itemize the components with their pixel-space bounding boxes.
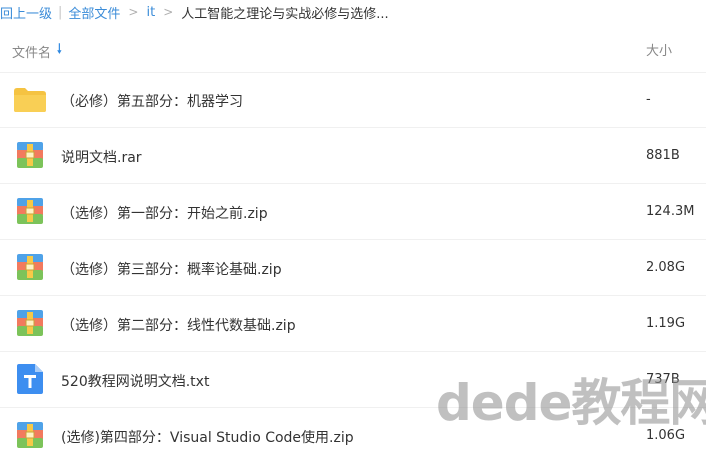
file-size: 737B bbox=[646, 372, 680, 387]
file-size: 1.06G bbox=[646, 428, 686, 443]
column-header-name: 文件名 bbox=[12, 45, 52, 61]
file-name[interactable]: （选修）第一部分：开始之前.zip bbox=[61, 203, 268, 223]
list-item[interactable]: 说明文档.rar 881B bbox=[0, 128, 706, 184]
file-name[interactable]: （选修）第二部分：线性代数基础.zip bbox=[61, 315, 296, 335]
breadcrumb-divider: | bbox=[58, 4, 63, 20]
breadcrumb-back-link[interactable]: 回上一级 bbox=[0, 3, 52, 22]
list-item[interactable]: （选修）第二部分：线性代数基础.zip 1.19G bbox=[0, 296, 706, 352]
archive-icon bbox=[17, 310, 43, 336]
file-name[interactable]: （选修）第三部分：概率论基础.zip bbox=[61, 259, 282, 279]
column-header-size[interactable]: 大小 bbox=[646, 40, 672, 59]
breadcrumb-all-files-link[interactable]: 全部文件 bbox=[68, 3, 120, 22]
text-file-icon bbox=[17, 364, 43, 394]
arrow-down-icon: 🠓 bbox=[57, 42, 62, 57]
file-size: 1.19G bbox=[646, 316, 686, 331]
file-name[interactable]: 520教程网说明文档.txt bbox=[61, 371, 209, 391]
file-list: （必修）第五部分：机器学习 - 说明文档.rar 881B （选修）第一部分：开… bbox=[0, 72, 706, 456]
file-name[interactable]: (选修)第四部分：Visual Studio Code使用.zip bbox=[61, 427, 354, 447]
file-list-page: 回上一级 | 全部文件 > it > 人工智能之理论与实战必修与选修... 文件… bbox=[0, 0, 706, 456]
file-list-header: 文件名 🠓 大小 bbox=[0, 24, 706, 73]
file-name[interactable]: （必修）第五部分：机器学习 bbox=[61, 91, 243, 111]
list-item[interactable]: 520教程网说明文档.txt 737B bbox=[0, 352, 706, 408]
breadcrumb-folder-link[interactable]: it bbox=[146, 5, 155, 20]
list-item[interactable]: （选修）第三部分：概率论基础.zip 2.08G bbox=[0, 240, 706, 296]
archive-icon bbox=[17, 142, 43, 168]
archive-icon bbox=[17, 254, 43, 280]
file-name[interactable]: 说明文档.rar bbox=[61, 147, 142, 167]
archive-icon bbox=[17, 198, 43, 224]
breadcrumb-separator: > bbox=[128, 5, 139, 19]
breadcrumb-separator: > bbox=[163, 5, 174, 19]
file-size: 124.3M bbox=[646, 204, 695, 219]
archive-icon bbox=[17, 422, 43, 448]
file-size: 2.08G bbox=[646, 260, 686, 275]
list-item[interactable]: （选修）第一部分：开始之前.zip 124.3M bbox=[0, 184, 706, 240]
file-size: - bbox=[646, 92, 651, 107]
folder-icon bbox=[13, 87, 47, 113]
file-size: 881B bbox=[646, 148, 680, 163]
list-item[interactable]: (选修)第四部分：Visual Studio Code使用.zip 1.06G bbox=[0, 408, 706, 456]
sort-by-name-button[interactable]: 文件名 🠓 bbox=[12, 40, 62, 62]
breadcrumb: 回上一级 | 全部文件 > it > 人工智能之理论与实战必修与选修... bbox=[0, 0, 706, 24]
breadcrumb-current: 人工智能之理论与实战必修与选修... bbox=[181, 6, 389, 22]
list-item[interactable]: （必修）第五部分：机器学习 - bbox=[0, 72, 706, 128]
